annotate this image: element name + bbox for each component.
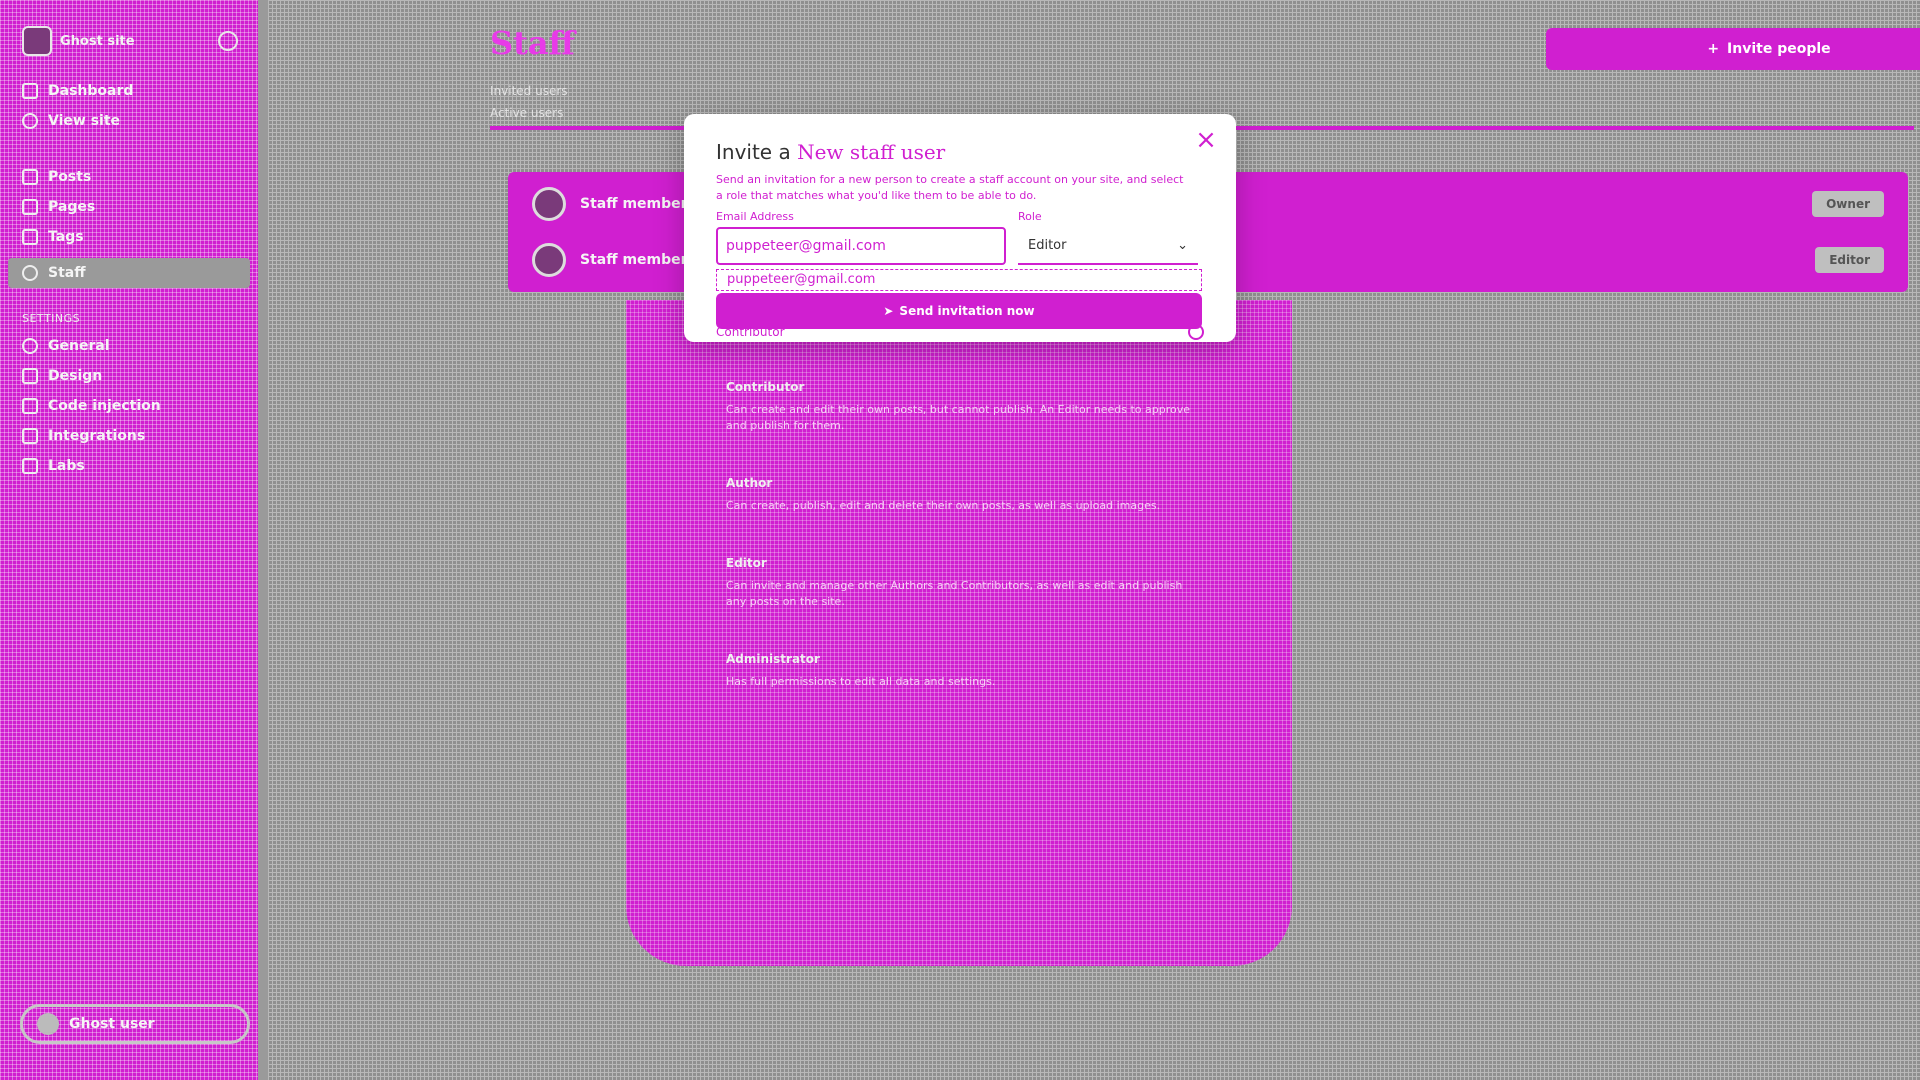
send-button-label: Send invitation now <box>899 304 1035 318</box>
tag-icon <box>22 229 38 245</box>
role-field-group: Role Editor ⌄ <box>1018 210 1198 265</box>
sidebar-item-label: Design <box>48 368 103 384</box>
invite-button-label: Invite people <box>1727 41 1831 57</box>
site-name[interactable]: Ghost site <box>60 34 210 49</box>
staff-name: Staff member <box>580 252 688 268</box>
sidebar-item-staff[interactable]: Staff <box>8 258 250 288</box>
role-option-description: Can create, publish, edit and delete the… <box>726 499 1161 512</box>
user-menu[interactable]: Ghost user <box>20 1004 250 1044</box>
invite-people-button[interactable]: + Invite people <box>1546 28 1920 70</box>
close-icon[interactable]: × <box>1194 127 1218 153</box>
sidebar-item-label: Dashboard <box>48 83 134 99</box>
status-badge: Owner <box>1812 191 1884 217</box>
send-icon: ➤ <box>883 304 894 318</box>
invite-staff-modal: × Invite a New staff user Send an invita… <box>684 114 1236 342</box>
pages-icon <box>22 199 38 215</box>
sidebar-item-label: View site <box>48 113 121 129</box>
staff-icon <box>22 265 38 281</box>
role-select-value: Editor <box>1028 237 1067 253</box>
role-option-name: Editor <box>726 556 767 570</box>
tab-active-users[interactable]: Active users <box>490 106 568 120</box>
radio-icon[interactable] <box>1188 324 1204 340</box>
avatar <box>532 187 566 221</box>
role-option-name: Administrator <box>726 652 820 666</box>
sidebar-item-label: Pages <box>48 199 96 215</box>
sidebar-section-label: SETTINGS <box>22 312 81 325</box>
sidebar: Ghost site Dashboard View site Posts Pag… <box>0 0 268 1080</box>
sidebar-item-tags[interactable]: Tags <box>0 222 258 252</box>
sidebar-item-label: Labs <box>48 458 85 474</box>
modal-title-plain: Invite a <box>716 140 791 164</box>
role-option-description: Can create and edit their own posts, but… <box>726 403 1190 432</box>
sidebar-item-design[interactable]: Design <box>0 361 258 391</box>
sidebar-item-posts[interactable]: Posts <box>0 162 258 192</box>
role-option-contributor[interactable]: Contributor Can create and edit their ow… <box>726 380 1192 434</box>
dashboard-icon <box>22 83 38 99</box>
role-option-editor[interactable]: Editor Can invite and manage other Autho… <box>726 556 1192 610</box>
role-option-name: Author <box>726 476 773 490</box>
modal-title: Invite a New staff user <box>716 140 1204 164</box>
role-option-name: Contributor <box>726 380 805 394</box>
role-option-contributor-row[interactable]: Contributor <box>716 324 1204 340</box>
posts-icon <box>22 169 38 185</box>
role-options-panel: Contributor Can create and edit their ow… <box>626 300 1292 966</box>
sidebar-item-label: Code injection <box>48 398 161 414</box>
role-option-description: Has full permissions to edit all data an… <box>726 675 996 688</box>
staff-name: Staff member <box>580 196 688 212</box>
sidebar-header: Ghost site <box>0 0 258 66</box>
sidebar-item-code-injection[interactable]: Code injection <box>0 391 258 421</box>
code-icon <box>22 398 38 414</box>
integrations-icon <box>22 428 38 444</box>
sidebar-item-label: General <box>48 338 110 354</box>
email-field-group: Email Address <box>716 210 1006 265</box>
search-icon[interactable] <box>218 31 238 51</box>
sidebar-item-label: Tags <box>48 229 84 245</box>
email-field[interactable] <box>716 227 1006 265</box>
invite-form-row: Email Address Role Editor ⌄ <box>716 210 1204 265</box>
role-field-label: Role <box>1018 210 1042 223</box>
site-logo[interactable] <box>22 26 52 56</box>
role-select[interactable]: Editor ⌄ <box>1018 227 1198 265</box>
modal-description: Send an invitation for a new person to c… <box>716 173 1184 202</box>
sidebar-item-view-site[interactable]: View site <box>0 106 258 136</box>
email-autocomplete-suggestion[interactable]: puppeteer@gmail.com <box>716 269 1202 291</box>
sidebar-item-dashboard[interactable]: Dashboard <box>0 76 258 106</box>
brush-icon <box>22 368 38 384</box>
role-option-description: Can invite and manage other Authors and … <box>726 579 1183 608</box>
labs-icon <box>22 458 38 474</box>
user-menu-label: Ghost user <box>69 1016 155 1032</box>
globe-icon <box>22 113 38 129</box>
gear-icon <box>22 338 38 354</box>
status-badge: Editor <box>1815 247 1884 273</box>
modal-title-accent: New staff user <box>797 140 946 164</box>
role-option-author[interactable]: Author Can create, publish, edit and del… <box>726 476 1192 514</box>
role-option-label: Contributor <box>716 325 785 339</box>
avatar <box>532 243 566 277</box>
avatar <box>37 1013 59 1035</box>
chevron-down-icon: ⌄ <box>1177 237 1188 253</box>
staff-subtabs: Invited users Active users <box>490 84 568 128</box>
sidebar-item-label: Integrations <box>48 428 146 444</box>
sidebar-item-label: Posts <box>48 169 92 185</box>
sidebar-item-label: Staff <box>48 265 86 281</box>
sidebar-item-general[interactable]: General <box>0 331 258 361</box>
sidebar-item-pages[interactable]: Pages <box>0 192 258 222</box>
email-field-label: Email Address <box>716 210 794 223</box>
plus-icon: + <box>1707 41 1720 57</box>
sidebar-item-labs[interactable]: Labs <box>0 451 258 481</box>
role-option-administrator[interactable]: Administrator Has full permissions to ed… <box>726 652 1192 690</box>
page-title: Staff <box>490 24 575 62</box>
tab-invited-users[interactable]: Invited users <box>490 84 568 98</box>
sidebar-item-integrations[interactable]: Integrations <box>0 421 258 451</box>
